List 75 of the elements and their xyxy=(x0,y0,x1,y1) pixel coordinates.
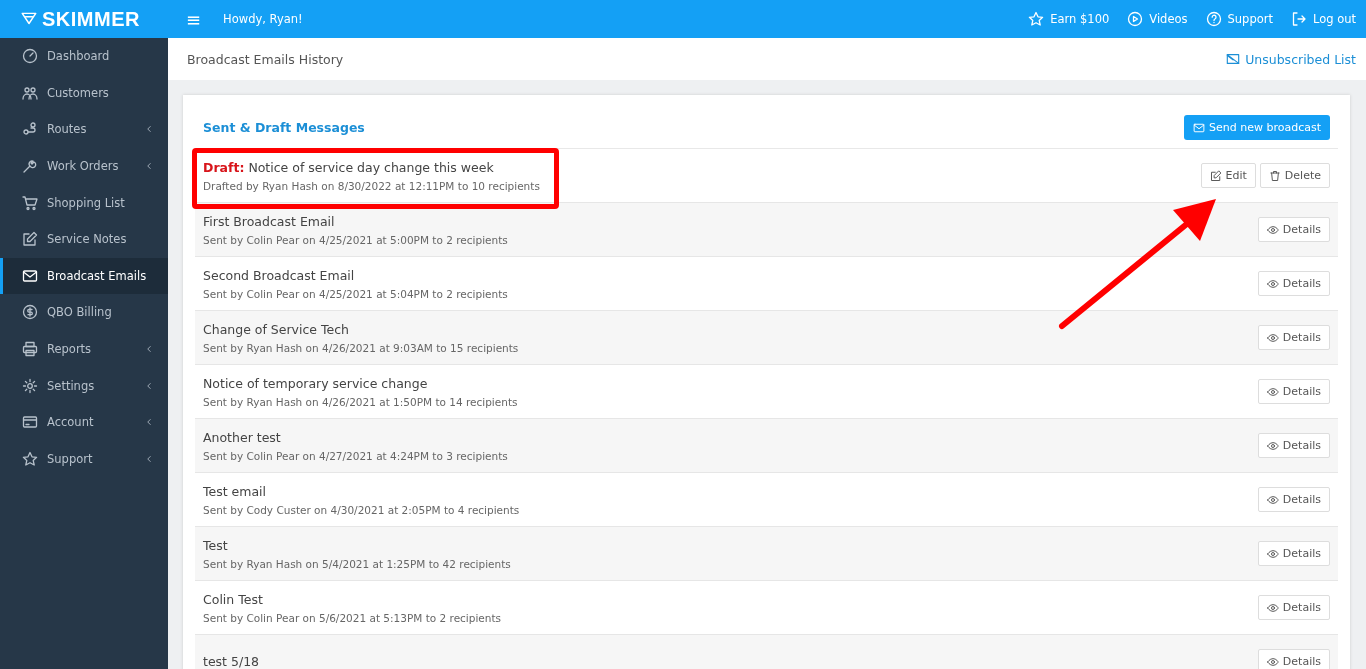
sidebar-item[interactable]: Account xyxy=(0,403,168,441)
envelope-icon xyxy=(22,267,38,284)
message-meta: Sent by Colin Pear on 5/6/2021 at 5:13PM to 2 recipients xyxy=(203,611,503,624)
message-meta: Sent by Colin Pear on 4/25/2021 at 5:04PM to 2 recipients xyxy=(203,287,509,300)
message-meta: Sent by Ryan Hash on 4/26/2021 at 9:03AM to 15 recipients xyxy=(203,341,520,354)
message-title: Change of Service Tech xyxy=(203,321,351,337)
sidebar-item[interactable]: Service Notes xyxy=(0,220,168,258)
details-button[interactable]: Details xyxy=(1257,541,1330,566)
details-button[interactable]: Details xyxy=(1257,595,1330,620)
message-title: First Broadcast Email xyxy=(203,213,336,229)
edit-icon xyxy=(1209,169,1222,182)
sidebar-item[interactable]: Shopping List xyxy=(0,184,168,221)
details-button[interactable]: Details xyxy=(1257,217,1330,242)
eye-icon xyxy=(1266,493,1279,506)
details-button[interactable]: Details xyxy=(1257,649,1330,669)
edit-icon xyxy=(22,231,38,248)
greeting: Howdy, Ryan! xyxy=(223,12,304,26)
printer-icon xyxy=(22,341,38,358)
star-icon xyxy=(22,450,38,467)
sidebar-item[interactable]: Settings xyxy=(0,367,168,404)
message-meta: Sent by Ryan Hash on 4/26/2021 at 1:50PM to 14 recipients xyxy=(203,395,519,408)
details-button[interactable]: Details xyxy=(1257,325,1330,350)
sidebar-item[interactable]: QBO Billing xyxy=(0,294,168,331)
eye-icon xyxy=(1266,439,1279,452)
cart-icon xyxy=(22,194,38,211)
message-meta: Sent by Cody Custer on 4/30/2021 at 2:05PM to 4 recipients xyxy=(203,503,521,516)
message-meta: Sent by Colin Pear on 4/27/2021 at 4:24PM to 3 recipients xyxy=(203,449,509,462)
eye-icon xyxy=(1266,277,1279,290)
play-icon xyxy=(1127,11,1144,27)
eye-icon xyxy=(1266,331,1279,344)
envelope-icon xyxy=(1193,121,1205,134)
message-title: test 5/18 xyxy=(203,654,261,669)
sidebar-item[interactable]: Dashboard xyxy=(0,38,168,75)
people-icon xyxy=(22,84,38,101)
message-title: Colin Test xyxy=(203,591,264,607)
message-title: Second Broadcast Email xyxy=(203,267,356,283)
gear-icon xyxy=(22,377,38,394)
eye-icon xyxy=(1266,223,1279,236)
star-icon xyxy=(1028,11,1045,27)
message-title: Another test xyxy=(203,429,282,445)
question-icon xyxy=(1205,11,1222,27)
details-button[interactable]: Details xyxy=(1257,271,1330,296)
dollar-icon xyxy=(22,304,38,321)
edit-button[interactable]: Edit xyxy=(1200,163,1256,188)
eye-icon xyxy=(1266,601,1279,614)
message-title: Test email xyxy=(203,483,268,499)
sidebar-item[interactable]: Customers xyxy=(0,74,168,112)
message-meta: Drafted by Ryan Hash on 8/30/2022 at 12:11PM to 10 recipients xyxy=(203,179,541,192)
sidebar-item[interactable]: Work Orders xyxy=(0,147,168,185)
message-meta: Sent by Colin Pear on 4/25/2021 at 5:00PM to 2 recipients xyxy=(203,233,509,246)
page-title: Broadcast Emails History xyxy=(187,51,344,67)
message-meta: Sent by Ryan Hash on 5/4/2021 at 1:25PM to 42 recipients xyxy=(203,557,512,570)
gauge-icon xyxy=(22,48,38,65)
message-title: Draft: Notice of service day change this week xyxy=(203,159,495,175)
sidebar-item[interactable]: Broadcast Emails xyxy=(0,257,168,295)
unsubscribed-link[interactable]: Unsubscribed List xyxy=(1226,51,1356,67)
sidebar-item[interactable]: Routes xyxy=(0,111,168,148)
message-title: Notice of temporary service change xyxy=(203,375,429,391)
card-title: Sent & Draft Messages xyxy=(203,120,365,135)
envelope-off-icon xyxy=(1226,52,1241,66)
delete-button[interactable]: Delete xyxy=(1259,163,1330,188)
route-icon xyxy=(22,121,38,138)
details-button[interactable]: Details xyxy=(1257,379,1330,404)
eye-icon xyxy=(1266,385,1279,398)
message-title: Test xyxy=(203,537,229,553)
card-icon xyxy=(22,414,38,431)
details-button[interactable]: Details xyxy=(1257,487,1330,512)
details-button[interactable]: Details xyxy=(1257,433,1330,458)
sidebar-item[interactable]: Support xyxy=(0,440,168,478)
eye-icon xyxy=(1266,655,1279,668)
wrench-icon xyxy=(22,158,38,175)
logout-icon xyxy=(1290,11,1307,27)
eye-icon xyxy=(1266,547,1279,560)
trash-icon xyxy=(1268,169,1281,182)
sidebar-item[interactable]: Reports xyxy=(0,330,168,368)
